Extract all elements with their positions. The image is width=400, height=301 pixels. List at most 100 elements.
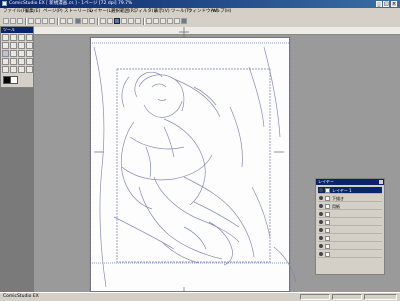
- menu-help[interactable]: ヘルプ(H): [211, 8, 231, 16]
- menu-file[interactable]: ファイル(F): [3, 8, 27, 16]
- layer-row[interactable]: [318, 235, 382, 242]
- status-cell: [300, 294, 330, 300]
- window-title: ComicStudio EX [ 新規漫画.cs ] - 1ページ [72 dp…: [9, 1, 133, 6]
- menu-edit[interactable]: 編集(E): [25, 8, 40, 16]
- rotate-tool-icon[interactable]: [26, 34, 33, 41]
- redo-icon[interactable]: [67, 18, 73, 24]
- fill-icon[interactable]: [167, 18, 173, 24]
- maximize-button[interactable]: □: [383, 1, 389, 7]
- open-icon[interactable]: [10, 18, 16, 24]
- tool-palette: ツール: [0, 26, 34, 88]
- save-icon[interactable]: [17, 18, 23, 24]
- close-button[interactable]: ×: [391, 1, 397, 7]
- tool-palette-header: ツール: [1, 27, 33, 33]
- wand-icon[interactable]: [160, 18, 166, 24]
- pen-tool-icon[interactable]: [2, 50, 9, 57]
- marker-tool-icon[interactable]: [18, 50, 25, 57]
- wand-tool-icon[interactable]: [18, 42, 25, 49]
- select-icon[interactable]: [146, 18, 152, 24]
- zoom-out-icon[interactable]: [107, 18, 113, 24]
- eye-icon[interactable]: [319, 252, 323, 256]
- layer-row[interactable]: [318, 243, 382, 250]
- eye-icon[interactable]: [319, 212, 323, 216]
- grid-icon[interactable]: [89, 18, 95, 24]
- background-color-swatch[interactable]: [10, 76, 18, 84]
- eye-icon[interactable]: [319, 196, 323, 200]
- layer-thumbnail: [325, 220, 330, 225]
- print-icon[interactable]: [28, 18, 34, 24]
- layer-thumbnail: [325, 212, 330, 217]
- title-bar: ComicStudio EX [ 新規漫画.cs ] - 1ページ [72 dp…: [0, 0, 400, 8]
- eraser-icon[interactable]: [174, 18, 180, 24]
- layer-row[interactable]: [318, 227, 382, 234]
- toolbar-separator: [57, 18, 59, 25]
- text-tool-icon[interactable]: [2, 66, 9, 73]
- layer-name: 用紙: [332, 204, 340, 209]
- layer-thumbnail: [325, 204, 330, 209]
- rotate-icon[interactable]: [121, 18, 127, 24]
- balloon-tool-icon[interactable]: [10, 66, 17, 73]
- minimize-button[interactable]: _: [376, 1, 382, 7]
- brush-tool-icon[interactable]: [26, 50, 33, 57]
- color-icon[interactable]: [181, 18, 187, 24]
- hand-icon[interactable]: [114, 18, 120, 24]
- layer-thumbnail: [325, 196, 330, 201]
- eye-icon[interactable]: [319, 244, 323, 248]
- toolbar-separator: [25, 18, 27, 25]
- new-file-icon[interactable]: [3, 18, 9, 24]
- eye-icon[interactable]: [319, 220, 323, 224]
- eye-icon[interactable]: [319, 228, 323, 232]
- layer-icon[interactable]: [75, 18, 81, 24]
- lasso-icon[interactable]: [153, 18, 159, 24]
- toolbar-separator: [143, 18, 145, 25]
- layer-row[interactable]: [318, 219, 382, 226]
- layer-thumbnail: [325, 252, 330, 257]
- fit-icon[interactable]: [135, 18, 141, 24]
- eraser-tool-icon[interactable]: [2, 58, 9, 65]
- gradient-tool-icon[interactable]: [18, 58, 25, 65]
- menu-selection[interactable]: 選択範囲(R): [111, 8, 136, 16]
- flip-icon[interactable]: [128, 18, 134, 24]
- object-tool-icon[interactable]: [26, 42, 33, 49]
- menu-view[interactable]: 表示(V): [154, 8, 170, 16]
- tone-tool-icon[interactable]: [26, 58, 33, 65]
- ruler-tool-icon[interactable]: [18, 66, 25, 73]
- layer-panel-header: レイヤー: [316, 179, 384, 185]
- status-cell: [332, 294, 362, 300]
- zoom-tool-icon[interactable]: [10, 34, 17, 41]
- layer-name: レイヤー 1: [332, 188, 352, 193]
- select-tool-icon[interactable]: [2, 42, 9, 49]
- cut-icon[interactable]: [35, 18, 41, 24]
- menu-layer[interactable]: レイヤー(L): [89, 8, 113, 16]
- hand-tool-icon[interactable]: [18, 34, 25, 41]
- layer-row[interactable]: 下描き: [318, 195, 382, 202]
- status-cell: [364, 294, 397, 300]
- layer-row[interactable]: レイヤー 1: [318, 187, 382, 194]
- layer-thumbnail: [325, 236, 330, 241]
- layer-thumbnail: [325, 228, 330, 233]
- zoom-in-icon[interactable]: [100, 18, 106, 24]
- lasso-tool-icon[interactable]: [10, 42, 17, 49]
- ruler-icon[interactable]: [82, 18, 88, 24]
- toolbar-separator: [97, 18, 99, 25]
- app-icon: [2, 1, 7, 6]
- eye-icon[interactable]: [319, 236, 323, 240]
- frame-tool-icon[interactable]: [26, 66, 33, 73]
- paste-icon[interactable]: [49, 18, 55, 24]
- layer-thumbnail: [325, 188, 330, 193]
- panel-close-icon[interactable]: [379, 180, 383, 184]
- pencil-tool-icon[interactable]: [10, 50, 17, 57]
- copy-icon[interactable]: [42, 18, 48, 24]
- layer-name: 下描き: [332, 196, 344, 201]
- layer-panel: レイヤー レイヤー 1 下描き 用紙: [315, 178, 385, 275]
- undo-icon[interactable]: [60, 18, 66, 24]
- move-tool-icon[interactable]: [2, 34, 9, 41]
- menu-page[interactable]: ページ(P): [43, 8, 63, 16]
- layer-row[interactable]: [318, 211, 382, 218]
- layer-row[interactable]: [318, 251, 382, 258]
- eye-icon[interactable]: [319, 204, 323, 208]
- layer-row[interactable]: 用紙: [318, 203, 382, 210]
- fill-tool-icon[interactable]: [10, 58, 17, 65]
- eye-icon[interactable]: [319, 188, 323, 192]
- layer-thumbnail: [325, 244, 330, 249]
